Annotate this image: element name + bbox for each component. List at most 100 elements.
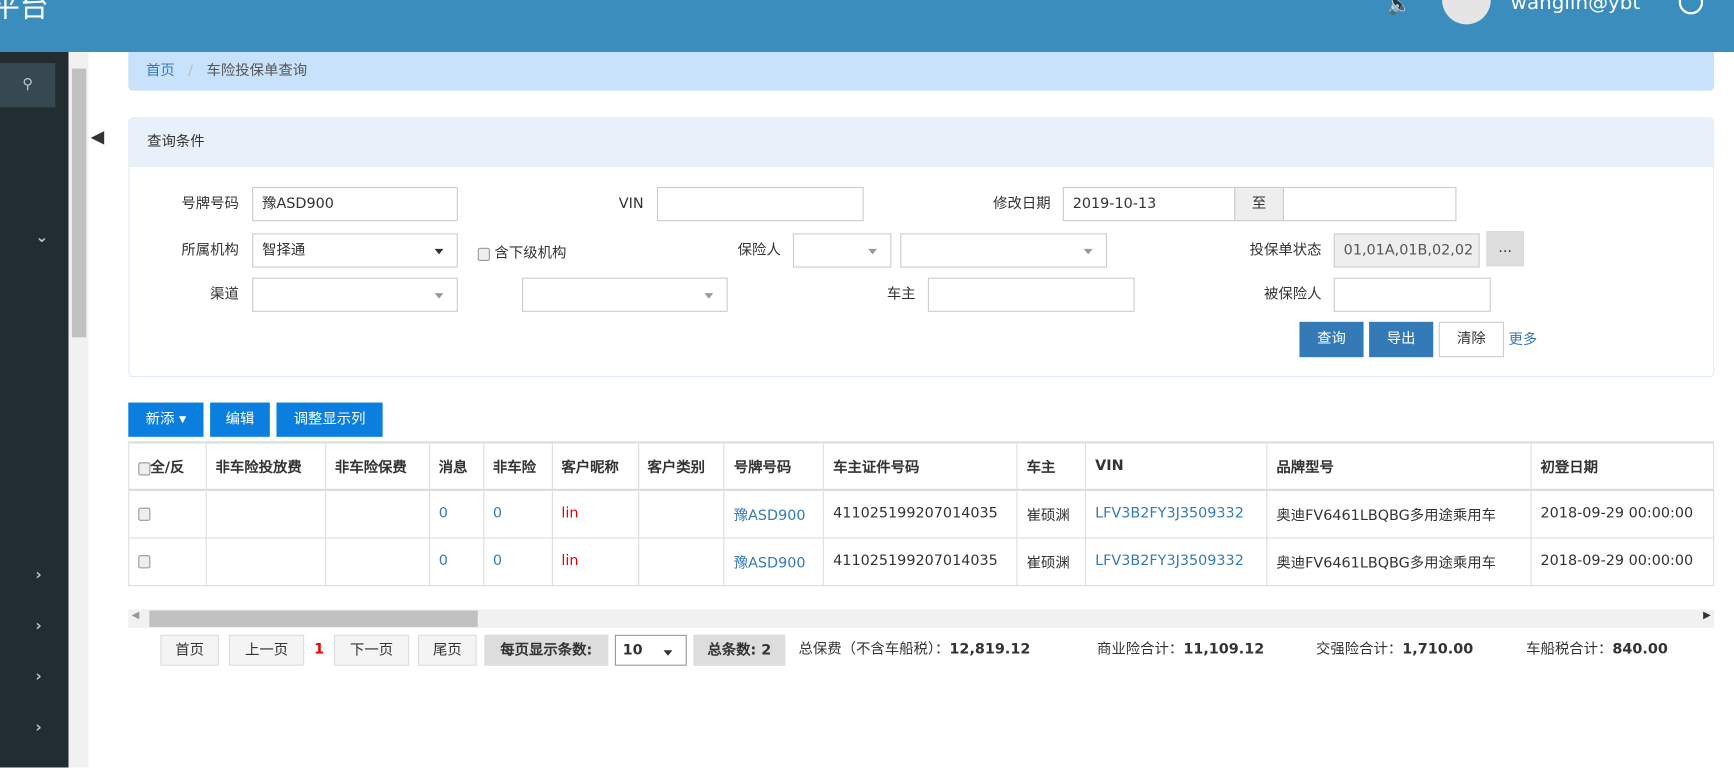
table-cell[interactable]: 豫ASD900	[723, 489, 825, 539]
panel-title: 查询条件	[129, 118, 1714, 167]
table-cell[interactable]: LFV3B2FY3J3509332	[1085, 536, 1268, 586]
table-cell[interactable]: 豫ASD900	[723, 536, 825, 586]
more-link[interactable]: 更多	[1508, 327, 1537, 349]
col-header: 车主证件号码	[823, 441, 1018, 492]
include-sub-checkbox[interactable]: 含下级机构	[477, 241, 566, 262]
add-button[interactable]: 新添 ▾	[128, 402, 204, 437]
org-select[interactable]: 智择通	[252, 233, 458, 268]
commercial-value: 11,109.12	[1183, 641, 1265, 659]
last-page-button[interactable]: 尾页	[418, 634, 477, 666]
insured-input[interactable]	[1333, 277, 1491, 312]
table-cell[interactable]: 0	[428, 489, 484, 539]
status-input[interactable]: 01,01A,01B,02,02	[1333, 233, 1480, 268]
search-button[interactable]: 查询	[1299, 321, 1364, 358]
table-row[interactable]: 0 0 lin 豫ASD900 411025199207014035 崔硕渊 LFV3B2F…	[128, 489, 1715, 539]
select-all-checkbox[interactable]	[138, 461, 151, 475]
total-count: 总条数: 2	[693, 634, 786, 666]
col-header: 客户昵称	[551, 441, 639, 492]
app-title: 平台	[0, 0, 49, 25]
col-header: 客户类别	[637, 441, 725, 492]
chevron-right-icon[interactable]: ›	[35, 566, 41, 584]
scrollbar-thumb[interactable]	[149, 610, 478, 628]
total-premium-value: 12,819.12	[949, 641, 1031, 659]
col-header: 初登日期	[1530, 441, 1715, 492]
table-cell[interactable]: LFV3B2FY3J3509332	[1085, 489, 1268, 539]
commercial-label: 商业险合计：	[1097, 641, 1184, 659]
col-header: 消息	[428, 441, 484, 492]
summary-total-premium: 总保费（不含车船税）：12,819.12	[798, 635, 1030, 666]
status-more-button[interactable]: ...	[1486, 231, 1524, 267]
channel-select-2[interactable]	[521, 277, 728, 312]
speaker-icon[interactable]: 🔈	[1387, 0, 1412, 17]
table-cell: 奥迪FV6461LBQBG多用途乘用车	[1266, 536, 1532, 586]
row-select-cell[interactable]	[128, 536, 207, 586]
breadcrumb-current: 车险投保单查询	[206, 63, 308, 80]
table-cell: 奥迪FV6461LBQBG多用途乘用车	[1266, 489, 1532, 539]
scrollbar-thumb[interactable]	[71, 68, 87, 338]
table-cell: lin	[551, 489, 639, 539]
tax-label: 车船税合计：	[1526, 641, 1613, 659]
date-from-input[interactable]: 2019-10-13	[1062, 186, 1236, 222]
table-cell[interactable]: 0	[482, 489, 553, 539]
table-scrollbar[interactable]: ◀ ▶	[128, 609, 1715, 629]
table-cell: 崔硕渊	[1016, 536, 1087, 586]
insurer-select-1[interactable]	[792, 233, 892, 268]
status-label: 投保单状态	[1249, 242, 1322, 259]
table-header-row: 全/反 非车险投放费 非车险保费 消息 非车险 客户昵称 客户类别 号牌号码 车…	[128, 441, 1715, 492]
plate-input[interactable]: 豫ASD900	[252, 186, 458, 222]
breadcrumb: 首页 / 车险投保单查询	[128, 51, 1715, 91]
table-cell: 411025199207014035	[823, 536, 1018, 586]
col-header: 车主	[1016, 441, 1087, 492]
table-cell[interactable]: 0	[482, 536, 553, 586]
sidebar: ⚲ ⌄ › › › ›	[0, 51, 69, 768]
next-page-button[interactable]: 下一页	[333, 634, 410, 666]
total-premium-label: 总保费（不含车船税）：	[798, 641, 950, 659]
compulsory-value: 1,710.00	[1402, 641, 1474, 659]
row-select-cell[interactable]	[128, 489, 207, 539]
policy-table: 全/反 非车险投放费 非车险保费 消息 非车险 客户昵称 客户类别 号牌号码 车…	[128, 441, 1715, 586]
col-header: 全/反	[150, 460, 185, 477]
table-cell: 2018-09-29 00:00:00	[1530, 489, 1715, 539]
insured-label: 被保险人	[1264, 286, 1322, 304]
channel-select-1[interactable]	[252, 277, 458, 312]
vin-input[interactable]	[656, 186, 864, 222]
owner-input[interactable]	[927, 277, 1135, 312]
first-page-button[interactable]: 首页	[160, 634, 219, 666]
chevron-right-icon[interactable]: ›	[35, 617, 41, 635]
row-checkbox[interactable]	[138, 507, 151, 521]
select-all-header[interactable]: 全/反	[128, 441, 207, 492]
page-size-select[interactable]: 10	[614, 634, 687, 666]
channel-label: 渠道	[210, 286, 239, 304]
columns-button[interactable]: 调整显示列	[276, 402, 383, 437]
table-cell: 崔硕渊	[1016, 489, 1087, 539]
power-icon[interactable]	[1678, 0, 1704, 15]
export-button[interactable]: 导出	[1369, 321, 1434, 358]
avatar[interactable]	[1442, 0, 1491, 25]
chevron-down-icon[interactable]: ⌄	[35, 229, 48, 247]
table-cell	[324, 536, 430, 586]
scroll-left-icon[interactable]: ◀	[132, 610, 140, 621]
collapse-sidebar-icon[interactable]: ◀	[91, 126, 105, 147]
breadcrumb-home[interactable]: 首页	[146, 63, 175, 80]
clear-button[interactable]: 清除	[1438, 321, 1505, 358]
scroll-right-icon[interactable]: ▶	[1703, 610, 1711, 621]
row-checkbox[interactable]	[138, 554, 151, 568]
insurer-select-2[interactable]	[900, 233, 1108, 268]
date-to-input[interactable]	[1282, 186, 1457, 222]
table-cell[interactable]: 0	[428, 536, 484, 586]
edit-button[interactable]: 编辑	[210, 402, 270, 437]
page-scrollbar[interactable]	[68, 51, 89, 768]
username[interactable]: wanglin@ybt	[1511, 0, 1641, 14]
table-row[interactable]: 0 0 lin 豫ASD900 411025199207014035 崔硕渊 LFV3B2F…	[128, 536, 1715, 586]
chevron-right-icon[interactable]: ›	[35, 719, 41, 737]
table-cell: 411025199207014035	[823, 489, 1018, 539]
prev-page-button[interactable]: 上一页	[228, 634, 305, 666]
add-label: 新添	[145, 411, 175, 428]
search-icon[interactable]: ⚲	[0, 63, 56, 108]
table-cell	[637, 489, 725, 539]
chevron-right-icon[interactable]: ›	[35, 668, 41, 686]
col-header: 非车险	[482, 441, 553, 492]
table-cell	[637, 536, 725, 586]
page-size-label: 每页显示条数:	[484, 634, 609, 666]
owner-label: 车主	[886, 286, 916, 304]
